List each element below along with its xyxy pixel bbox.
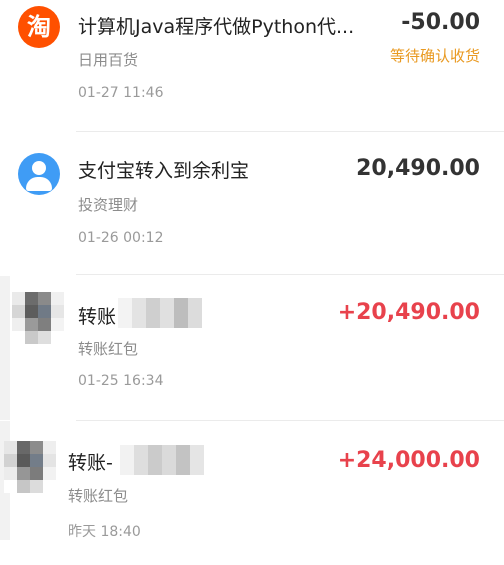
- transaction-category: 转账红包: [68, 487, 129, 505]
- transaction-amount: -50.00: [401, 10, 480, 35]
- transaction-time: 01-27 11:46: [78, 85, 164, 101]
- taobao-icon: 淘: [18, 6, 60, 48]
- taobao-glyph: 淘: [27, 13, 51, 41]
- transaction-title: 转账-: [68, 452, 113, 474]
- transaction-row[interactable]: 转账- +24,000.00 转账红包 昨天 18:40: [0, 421, 504, 565]
- transaction-amount: +24,000.00: [337, 448, 480, 473]
- transaction-time: 01-26 00:12: [78, 230, 164, 246]
- transaction-category: 转账红包: [78, 340, 139, 358]
- user-icon-body: [26, 177, 52, 191]
- transaction-title: 计算机Java程序代做Python代...: [78, 16, 355, 38]
- transaction-time: 01-25 16:34: [78, 373, 164, 389]
- order-status: 等待确认收货: [389, 47, 480, 65]
- transaction-amount: +20,490.00: [337, 300, 480, 325]
- blurred-name: [118, 298, 202, 328]
- blurred-name: [120, 445, 204, 475]
- divider: [76, 274, 504, 275]
- transaction-row[interactable]: 淘 计算机Java程序代做Python代... -50.00 日用百货 等待确认…: [0, 0, 504, 144]
- user-icon-head: [32, 161, 46, 175]
- transaction-row[interactable]: 转账 +20,490.00 转账红包 01-25 16:34: [0, 276, 504, 420]
- blurred-avatar: [12, 292, 64, 344]
- transaction-title: 转账: [78, 306, 117, 328]
- transaction-row[interactable]: 支付宝转入到余利宝 20,490.00 投资理财 01-26 00:12: [0, 132, 504, 276]
- transaction-category: 日用百货: [78, 51, 139, 69]
- transaction-amount: 20,490.00: [356, 156, 480, 181]
- user-icon: [18, 153, 60, 195]
- blurred-avatar: [4, 441, 56, 493]
- transaction-category: 投资理财: [78, 196, 139, 214]
- transaction-time: 昨天 18:40: [68, 524, 141, 540]
- transaction-title: 支付宝转入到余利宝: [78, 160, 250, 182]
